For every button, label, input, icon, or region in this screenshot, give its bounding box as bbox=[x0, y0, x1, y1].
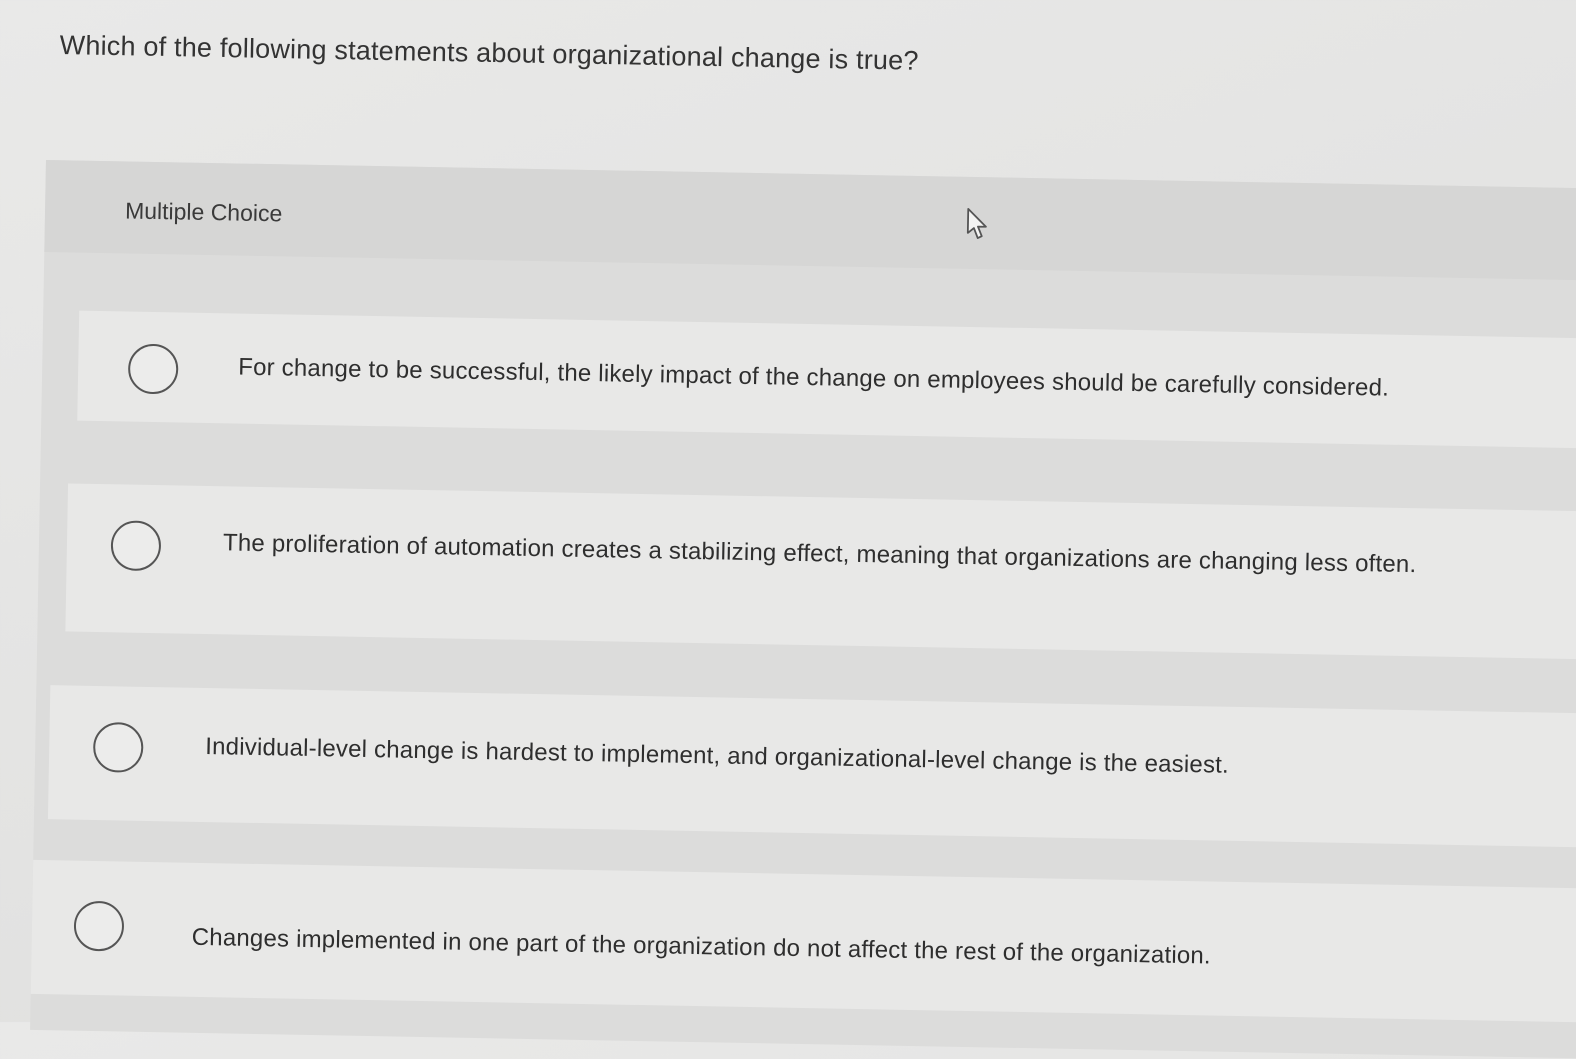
multiple-choice-header: Multiple Choice bbox=[44, 160, 1576, 281]
choice-option-4[interactable]: Changes implemented in one part of the o… bbox=[30, 859, 1576, 1023]
multiple-choice-panel: Multiple Choice For change to be success… bbox=[30, 160, 1576, 1059]
choice-option-2[interactable]: The proliferation of automation creates … bbox=[65, 483, 1576, 660]
question-text: Which of the following statements about … bbox=[59, 30, 919, 76]
choice-text-3: Individual-level change is hardest to im… bbox=[205, 733, 1230, 779]
radio-button-4[interactable] bbox=[73, 900, 125, 952]
pointer-arrow-icon bbox=[966, 208, 987, 239]
radio-button-2[interactable] bbox=[110, 520, 162, 572]
radio-button-3[interactable] bbox=[92, 721, 144, 773]
multiple-choice-label: Multiple Choice bbox=[124, 197, 283, 227]
radio-button-1[interactable] bbox=[127, 343, 179, 395]
choice-option-3[interactable]: Individual-level change is hardest to im… bbox=[47, 685, 1576, 848]
choice-option-1[interactable]: For change to be successful, the likely … bbox=[77, 310, 1576, 449]
choice-text-1: For change to be successful, the likely … bbox=[237, 353, 1390, 402]
choice-text-2: The proliferation of automation creates … bbox=[222, 529, 1417, 579]
choice-text-4: Changes implemented in one part of the o… bbox=[191, 923, 1212, 970]
